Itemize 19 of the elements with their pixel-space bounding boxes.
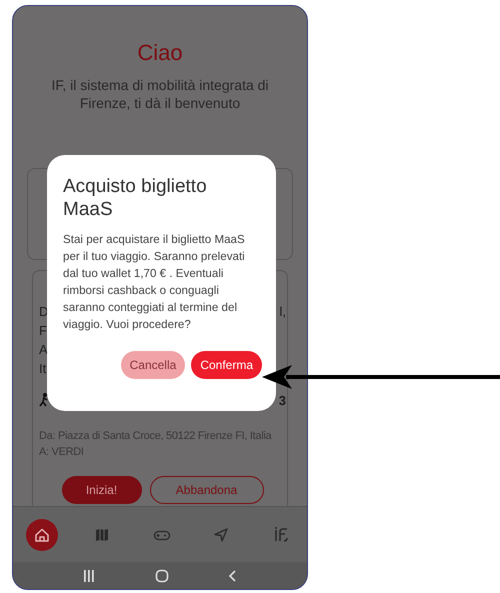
recent-apps-icon[interactable] [82, 568, 96, 582]
logo-icon [272, 526, 290, 544]
home-nav-icon[interactable] [154, 568, 169, 582]
back-icon[interactable] [228, 568, 238, 582]
text-fragment: l, [280, 304, 286, 321]
start-button[interactable]: Inizia! [62, 476, 142, 504]
dialog-message: Stai per acquistare il biglietto MaaS per il tuo viaggio. Saranno prelevati dal tuo wallet 1,70 € . Eventuali rimborsi cashback o conguagli saranno conteggiati al termine del viaggio. Vuoi procedere? [63, 232, 246, 333]
welcome-text: IF, il sistema di mobilità integrata di Firenze, ti dà il benvenuto [50, 76, 270, 112]
navigation-arrow-icon [212, 526, 230, 544]
dialog-title: Acquisto biglietto MaaS [63, 175, 208, 221]
greeting-title: Ciao [137, 40, 183, 66]
tab-item[interactable] [26, 518, 58, 550]
cancel-button[interactable]: Cancella [120, 351, 186, 379]
text-fragment: A [39, 342, 48, 359]
duration-fragment: 3 [278, 392, 286, 408]
text-fragment: It [39, 361, 46, 378]
walking-person-icon [39, 393, 49, 407]
confirm-button[interactable]: Conferma [191, 351, 262, 379]
text-fragment: F [39, 323, 47, 340]
